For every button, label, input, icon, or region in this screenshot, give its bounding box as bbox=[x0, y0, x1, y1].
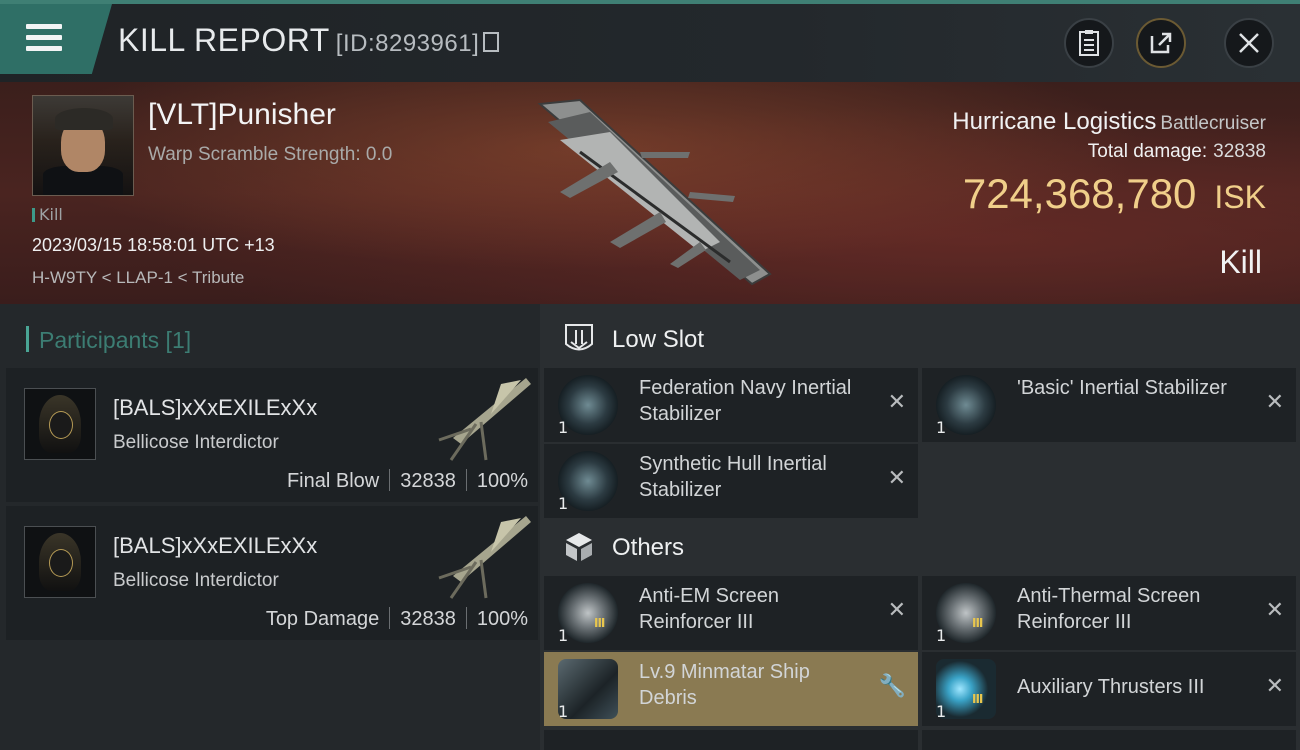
destroyed-icon: ✕ bbox=[887, 598, 906, 623]
module-quantity: 1 bbox=[558, 626, 569, 645]
close-button[interactable] bbox=[1224, 18, 1274, 68]
low-slot-header: Low Slot bbox=[612, 326, 705, 353]
participants-header-text: Participants [1] bbox=[39, 327, 192, 353]
total-damage: Total damage: 32838 bbox=[1088, 141, 1266, 163]
stats-divider bbox=[465, 607, 467, 629]
participants-header-bar bbox=[26, 326, 29, 352]
participant-damage: 32838 bbox=[400, 608, 456, 630]
ship-type[interactable]: Hurricane Logistics Battlecruiser bbox=[952, 108, 1266, 136]
module-item[interactable]: III 1 Anti-EM Screen Reinforcer III ✕ bbox=[544, 576, 918, 650]
module-quantity: 1 bbox=[558, 702, 569, 721]
module-name: Lv.9 Minmatar Ship Debris bbox=[639, 661, 810, 709]
participant-stats: Final Blow 32838 100% bbox=[287, 469, 528, 493]
participant-percent: 100% bbox=[476, 470, 528, 492]
ship-class: Battlecruiser bbox=[1160, 113, 1266, 134]
stats-divider bbox=[389, 469, 391, 491]
notes-button[interactable] bbox=[1064, 18, 1114, 68]
result-label: Kill bbox=[1219, 244, 1262, 280]
low-slot-icon bbox=[565, 324, 593, 351]
module-quantity: 1 bbox=[558, 418, 569, 437]
portrait-face bbox=[49, 549, 73, 577]
module-name: Auxiliary Thrusters III bbox=[1017, 676, 1205, 698]
tier-badge: III bbox=[594, 616, 605, 630]
participant-role: Top Damage bbox=[265, 608, 380, 630]
stats-divider bbox=[389, 607, 391, 629]
participant-damage: 32838 bbox=[400, 470, 456, 492]
participant-portrait bbox=[24, 526, 96, 598]
portrait-face bbox=[49, 411, 73, 439]
participant-name: [BALS]xXxEXILExXx bbox=[113, 533, 318, 558]
module-item-partial[interactable] bbox=[544, 730, 918, 750]
isk-amount: 724,368,780 bbox=[962, 170, 1197, 217]
destroyed-icon: ✕ bbox=[1265, 390, 1284, 415]
destroyed-icon: ✕ bbox=[887, 390, 906, 415]
module-item[interactable]: III 1 Auxiliary Thrusters III ✕ bbox=[922, 652, 1296, 726]
module-quantity: 1 bbox=[558, 494, 569, 513]
module-item[interactable]: III 1 Anti-Thermal Screen Reinforcer III… bbox=[922, 576, 1296, 650]
module-item[interactable]: 1 Lv.9 Minmatar Ship Debris 🔧 bbox=[544, 652, 918, 726]
participant-ship: Bellicose Interdictor bbox=[113, 570, 279, 591]
participants-header[interactable]: Participants [1] bbox=[26, 326, 191, 354]
module-item-partial[interactable] bbox=[922, 730, 1296, 750]
participant-role: Final Blow bbox=[286, 470, 380, 492]
destroyed-icon: ✕ bbox=[1265, 598, 1284, 623]
copy-icon[interactable] bbox=[483, 32, 500, 52]
participant-percent: 100% bbox=[476, 608, 528, 630]
kill-tag: Kill bbox=[32, 205, 63, 224]
cube-icon bbox=[566, 533, 592, 561]
module-name: Anti-EM Screen Reinforcer III bbox=[639, 585, 780, 633]
others-header: Others bbox=[612, 534, 685, 561]
participant-ship-image bbox=[438, 516, 531, 599]
share-icon bbox=[1150, 32, 1172, 54]
share-button[interactable] bbox=[1136, 18, 1186, 68]
ship-render bbox=[537, 98, 772, 286]
total-damage-value: 32838 bbox=[1213, 141, 1266, 162]
close-icon bbox=[1239, 33, 1259, 53]
module-quantity: 1 bbox=[936, 702, 947, 721]
hamburger-icon-line bbox=[26, 46, 62, 51]
kill-tag-label: Kill bbox=[39, 205, 63, 224]
clipboard-icon bbox=[1079, 30, 1099, 56]
hamburger-icon-line bbox=[26, 35, 62, 40]
module-item[interactable]: 1 Synthetic Hull Inertial Stabilizer ✕ bbox=[544, 444, 918, 518]
module-name: 'Basic' Inertial Stabilizer bbox=[1017, 377, 1227, 399]
wrench-icon: 🔧 bbox=[878, 674, 906, 699]
victim-name[interactable]: [VLT]Punisher bbox=[148, 98, 336, 132]
tier-badge: III bbox=[972, 616, 983, 630]
kill-tag-marker bbox=[32, 208, 35, 222]
stats-divider bbox=[465, 469, 467, 491]
page-title: KILL REPORT [ID:8293961] bbox=[118, 22, 500, 59]
participant-ship-image bbox=[438, 378, 531, 461]
module-item[interactable]: 1 'Basic' Inertial Stabilizer ✕ bbox=[922, 368, 1296, 442]
avatar-cap bbox=[55, 108, 113, 130]
destroyed-icon: ✕ bbox=[887, 466, 906, 491]
module-name: Anti-Thermal Screen Reinforcer III bbox=[1017, 585, 1201, 633]
module-quantity: 1 bbox=[936, 418, 947, 437]
page-title-text: KILL REPORT bbox=[118, 22, 330, 58]
isk-value: 724,368,780 ISK bbox=[963, 170, 1266, 218]
tier-badge: III bbox=[972, 692, 983, 706]
participant-portrait bbox=[24, 388, 96, 460]
module-quantity: 1 bbox=[936, 626, 947, 645]
report-id: [ID:8293961] bbox=[335, 30, 480, 57]
module-name: Synthetic Hull Inertial Stabilizer bbox=[639, 453, 827, 501]
module-item[interactable]: 1 Federation Navy Inertial Stabilizer ✕ bbox=[544, 368, 918, 442]
isk-unit: ISK bbox=[1214, 179, 1266, 215]
module-name: Federation Navy Inertial Stabilizer bbox=[639, 377, 852, 425]
hamburger-icon bbox=[26, 24, 62, 29]
kill-location: H-W9TY < LLAP-1 < Tribute bbox=[32, 268, 245, 287]
ship-name: Hurricane Logistics bbox=[952, 108, 1157, 135]
total-damage-label: Total damage: bbox=[1087, 141, 1208, 162]
kill-timestamp: 2023/03/15 18:58:01 UTC +13 bbox=[32, 235, 275, 255]
warp-scramble-strength: Warp Scramble Strength: 0.0 bbox=[148, 144, 393, 165]
participant-ship: Bellicose Interdictor bbox=[113, 432, 279, 453]
participant-card[interactable]: [BALS]xXxEXILExXx Bellicose Interdictor … bbox=[6, 368, 538, 502]
participant-card[interactable]: [BALS]xXxEXILExXx Bellicose Interdictor … bbox=[6, 506, 538, 640]
participant-stats: Top Damage 32838 100% bbox=[266, 607, 528, 631]
victim-avatar[interactable] bbox=[32, 95, 134, 196]
participant-name: [BALS]xXxEXILExXx bbox=[113, 395, 318, 420]
destroyed-icon: ✕ bbox=[1265, 674, 1284, 699]
